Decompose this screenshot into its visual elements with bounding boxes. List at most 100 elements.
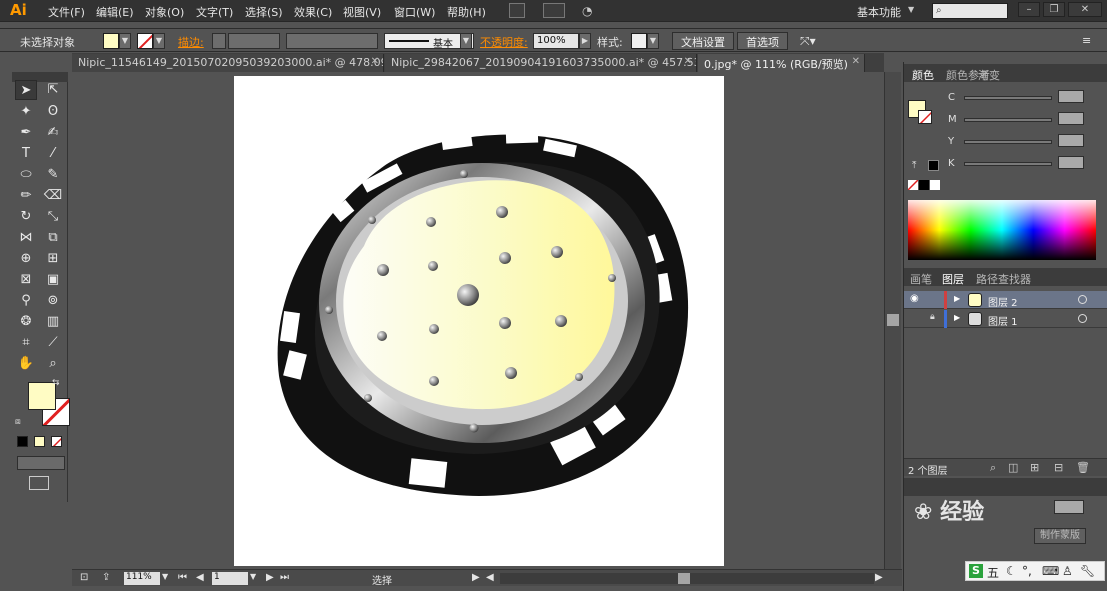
expand-arrow-icon[interactable]: ▶ bbox=[954, 313, 960, 322]
ime-logo-icon[interactable]: S bbox=[969, 564, 983, 578]
moon-icon[interactable]: ☾ bbox=[1006, 564, 1017, 578]
share-icon[interactable]: ⇪ bbox=[102, 572, 110, 583]
hscroll-thumb[interactable] bbox=[678, 573, 690, 584]
eyedropper-tool-icon[interactable]: ⚲ bbox=[15, 291, 37, 311]
expand-arrow-icon[interactable]: ▶ bbox=[954, 294, 960, 303]
layer-row[interactable]: ◉ ▶ 图层 2 bbox=[904, 291, 1107, 309]
mesh-tool-icon[interactable]: ⊠ bbox=[15, 270, 37, 290]
none-mode-icon[interactable] bbox=[51, 436, 62, 447]
type-tool-icon[interactable]: T bbox=[15, 144, 37, 164]
clipping-mask-icon[interactable]: ◫ bbox=[1008, 461, 1018, 474]
punctuation-icon[interactable]: °, bbox=[1022, 564, 1032, 578]
menu-help[interactable]: 帮助(H) bbox=[447, 4, 486, 20]
stroke-dropdown[interactable]: ▼ bbox=[153, 33, 165, 49]
restore-button[interactable]: ❐ bbox=[1043, 2, 1065, 17]
opacity-label[interactable]: 不透明度: bbox=[480, 34, 528, 50]
scale-tool-icon[interactable]: ⤡ bbox=[42, 207, 64, 227]
canvas[interactable] bbox=[72, 72, 884, 569]
out-of-gamut-icon[interactable]: ⤒ bbox=[912, 160, 916, 171]
delete-layer-icon[interactable]: 🗑︎ bbox=[1076, 461, 1090, 474]
close-icon[interactable]: ✕ bbox=[852, 56, 860, 67]
close-icon[interactable]: ✕ bbox=[684, 56, 692, 67]
draw-mode-icon[interactable] bbox=[17, 456, 65, 470]
chevron-down-icon[interactable]: ▼ bbox=[908, 5, 914, 14]
slice-tool-icon[interactable]: ⟋ bbox=[42, 333, 64, 353]
hscroll-right-icon[interactable]: ▶ bbox=[875, 572, 883, 583]
new-layer-icon[interactable]: ⊟ bbox=[1054, 461, 1063, 474]
menu-select[interactable]: 选择(S) bbox=[245, 4, 283, 20]
document-setup-button[interactable]: 文档设置 bbox=[672, 32, 734, 50]
perspective-grid-tool-icon[interactable]: ⊞ bbox=[42, 249, 64, 269]
scrollbar-thumb[interactable] bbox=[887, 314, 899, 326]
menu-edit[interactable]: 编辑(E) bbox=[96, 4, 134, 20]
blend-tool-icon[interactable]: ⊚ bbox=[42, 291, 64, 311]
zoom-dropdown-icon[interactable]: ▼ bbox=[162, 572, 168, 581]
close-icon[interactable]: ✕ bbox=[371, 56, 379, 67]
minimize-button[interactable]: – bbox=[1018, 2, 1040, 17]
eye-icon[interactable]: ◉ bbox=[910, 293, 919, 304]
gradient-mode-icon[interactable] bbox=[34, 436, 45, 447]
opacity-input[interactable]: 100% bbox=[533, 33, 579, 49]
tab-brushes[interactable]: 画笔 bbox=[910, 271, 932, 287]
graph-tool-icon[interactable]: ▥ bbox=[42, 312, 64, 332]
screen-mode-icon[interactable] bbox=[29, 476, 49, 490]
keyboard-icon[interactable]: ⌨ bbox=[1042, 564, 1059, 578]
tab-layers[interactable]: 图层 bbox=[942, 271, 964, 287]
menu-file[interactable]: 文件(F) bbox=[48, 4, 85, 20]
channel-m-slider[interactable] bbox=[964, 118, 1052, 122]
eraser-tool-icon[interactable]: ⌫ bbox=[42, 186, 64, 206]
arrange-documents-icon[interactable] bbox=[543, 3, 565, 18]
artboard-nav-icon[interactable]: ⊡ bbox=[80, 572, 88, 583]
channel-y-input[interactable] bbox=[1058, 134, 1084, 147]
free-transform-tool-icon[interactable]: ⧉ bbox=[42, 228, 64, 248]
tab-gradient[interactable]: 渐变 bbox=[978, 67, 1000, 83]
ime-mode[interactable]: 五 bbox=[987, 564, 999, 581]
black-small-swatch[interactable] bbox=[919, 180, 929, 190]
fill-swatch[interactable] bbox=[103, 33, 119, 49]
stroke-swatch[interactable] bbox=[137, 33, 153, 49]
stroke-label[interactable]: 描边: bbox=[178, 34, 204, 50]
arrange-icon[interactable]: ⤧▾ bbox=[800, 34, 816, 49]
first-artboard-icon[interactable]: ⏮ bbox=[178, 572, 187, 583]
variable-width-profile[interactable] bbox=[286, 33, 378, 49]
opacity-dropdown[interactable]: ▶ bbox=[579, 33, 591, 49]
pen-tool-icon[interactable]: ✒ bbox=[15, 123, 37, 143]
none-swatch[interactable] bbox=[908, 180, 918, 190]
fill-dropdown[interactable]: ▼ bbox=[119, 33, 131, 49]
vertical-scrollbar[interactable] bbox=[884, 72, 901, 569]
channel-c-input[interactable] bbox=[1058, 90, 1084, 103]
width-tool-icon[interactable]: ⋈ bbox=[15, 228, 37, 248]
white-swatch[interactable] bbox=[930, 180, 940, 190]
graphic-style-swatch[interactable] bbox=[631, 33, 647, 49]
prev-artboard-icon[interactable]: ◀ bbox=[196, 572, 204, 583]
settings-icon[interactable]: 🔧︎ bbox=[1080, 564, 1095, 578]
swap-fill-stroke-icon[interactable]: ⇆ bbox=[52, 378, 60, 388]
tab-color[interactable]: 颜色 bbox=[912, 67, 934, 83]
gpu-icon[interactable]: ◔ bbox=[582, 4, 592, 18]
panel-stroke-swatch[interactable] bbox=[918, 110, 932, 124]
lasso-tool-icon[interactable]: ʘ bbox=[42, 102, 64, 122]
graphic-style-dropdown[interactable]: ▼ bbox=[647, 33, 659, 49]
channel-y-slider[interactable] bbox=[964, 140, 1052, 144]
close-button[interactable]: ✕ bbox=[1068, 2, 1102, 17]
target-icon[interactable] bbox=[1078, 295, 1087, 304]
stroke-weight-field[interactable] bbox=[228, 33, 280, 49]
layer-row[interactable]: 🔒︎ ▶ 图层 1 bbox=[904, 310, 1107, 328]
black-swatch[interactable] bbox=[928, 160, 939, 171]
pencil-tool-icon[interactable]: ✏ bbox=[15, 186, 37, 206]
selection-tool-icon[interactable]: ➤ bbox=[15, 80, 37, 100]
last-artboard-icon[interactable]: ⏭ bbox=[280, 572, 289, 583]
paintbrush-tool-icon[interactable]: ✎ bbox=[42, 165, 64, 185]
shape-builder-tool-icon[interactable]: ⊕ bbox=[15, 249, 37, 269]
default-colors-icon[interactable]: ⧈ bbox=[15, 417, 21, 427]
channel-c-slider[interactable] bbox=[964, 96, 1052, 100]
hand-tool-icon[interactable]: ✋ bbox=[15, 354, 37, 374]
horizontal-scrollbar[interactable] bbox=[500, 573, 874, 584]
color-spectrum[interactable] bbox=[908, 200, 1096, 260]
curvature-tool-icon[interactable]: ✍ bbox=[42, 123, 64, 143]
tab-document-1[interactable]: Nipic_11546149_20150702095039203000.ai* … bbox=[72, 54, 384, 72]
tab-document-3[interactable]: 0.jpg* @ 111% (RGB/预览) ✕ bbox=[698, 54, 865, 72]
channel-m-input[interactable] bbox=[1058, 112, 1084, 125]
stroke-weight-stepper[interactable] bbox=[212, 33, 226, 49]
zoom-input[interactable]: 111% bbox=[124, 572, 160, 585]
